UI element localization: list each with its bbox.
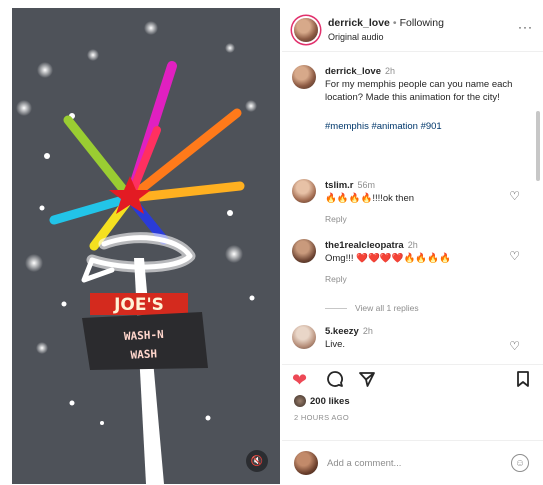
joes-sign: JOE'S WASH-N WASH — [82, 293, 208, 370]
comment-text: Omg!!! ❤️❤️❤️❤️🔥🔥🔥🔥 — [325, 253, 451, 264]
add-comment-input[interactable] — [327, 455, 497, 471]
instagram-post-view: JOE'S WASH-N WASH 🔇 derrick_love • Followi… — [0, 0, 543, 485]
more-horizontal-icon[interactable]: ··· — [518, 20, 533, 34]
sign-pole — [134, 258, 164, 484]
reply-button[interactable]: Reply — [325, 213, 505, 226]
comment-like-heart-icon[interactable]: ♡ — [509, 249, 520, 263]
author-avatar[interactable] — [294, 18, 318, 42]
reply-button[interactable]: Reply — [325, 273, 505, 286]
liker-avatar — [294, 395, 306, 407]
following-button[interactable]: Following — [400, 17, 444, 29]
add-comment-bar: ☺ — [282, 440, 543, 484]
audio-link[interactable]: Original audio — [328, 32, 384, 42]
caption-hashtags[interactable]: #memphis #animation #901 — [325, 120, 525, 133]
comment-bubble-icon[interactable] — [326, 370, 344, 391]
header-user-line: derrick_love • Following — [328, 17, 444, 29]
comment-text: 🔥🔥🔥🔥!!!!ok then — [325, 193, 415, 204]
sign-bottom-line-2: WASH — [130, 347, 157, 361]
caption-text: For my memphis people can you name each … — [325, 79, 513, 103]
comment-like-heart-icon[interactable]: ♡ — [509, 189, 520, 203]
likes-label: 200 likes — [310, 395, 350, 407]
emoji-icon[interactable]: ☺ — [511, 454, 529, 472]
heart-filled-icon[interactable]: ❤ — [292, 371, 307, 389]
comment-avatar[interactable] — [292, 179, 316, 203]
comments-scrollbar[interactable] — [536, 111, 540, 181]
comment-time: 2h — [407, 240, 418, 250]
comments-list[interactable]: derrick_love 2h For my memphis people can… — [282, 53, 543, 363]
caption-username[interactable]: derrick_love — [325, 66, 381, 77]
comment-body: tslim.r 56m 🔥🔥🔥🔥!!!!ok then Reply — [325, 179, 505, 226]
comment-time: 56m — [357, 180, 376, 190]
sign-top-text: JOE'S — [113, 295, 164, 315]
neon-starburst — [49, 61, 245, 251]
caption-time: 2h — [384, 66, 395, 76]
sign-bottom-line-1: WASH-N — [124, 328, 164, 343]
caption-body: derrick_love 2h For my memphis people can… — [325, 65, 525, 133]
speaker-muted-icon[interactable]: 🔇 — [246, 450, 268, 472]
comment-username[interactable]: the1realcleopatra — [325, 240, 404, 251]
action-bar: ❤ — [282, 364, 543, 392]
post-timestamp[interactable]: 2 HOURS AGO — [294, 413, 349, 422]
comment-body: 5.keezy 2h Live. — [325, 325, 505, 351]
replies-divider-line — [325, 307, 347, 309]
comment-username[interactable]: 5.keezy — [325, 326, 359, 337]
comment-avatar[interactable] — [292, 325, 316, 349]
likes-count[interactable]: 200 likes — [294, 395, 350, 407]
comment-text: Live. — [325, 339, 346, 350]
comment-avatar[interactable] — [292, 239, 316, 263]
view-replies-label: View all 1 replies — [355, 303, 419, 313]
paper-plane-icon[interactable] — [358, 370, 376, 391]
current-user-avatar — [294, 451, 318, 475]
comment-body: the1realcleopatra 2h Omg!!! ❤️❤️❤️❤️🔥🔥🔥🔥 … — [325, 239, 505, 286]
comment-username[interactable]: tslim.r — [325, 180, 354, 191]
post-header: derrick_love • Following Original audio ··… — [282, 8, 543, 52]
animation-frame: JOE'S WASH-N WASH — [16, 21, 257, 484]
separator-dot: • — [392, 17, 397, 29]
post-sidebar: derrick_love • Following Original audio ··… — [282, 8, 543, 484]
bookmark-icon[interactable] — [515, 370, 531, 391]
caption-avatar[interactable] — [292, 65, 316, 89]
comment-like-heart-icon[interactable]: ♡ — [509, 339, 520, 353]
comment-time: 2h — [362, 326, 373, 336]
author-username[interactable]: derrick_love — [328, 17, 390, 29]
post-media[interactable]: JOE'S WASH-N WASH 🔇 — [12, 8, 280, 484]
view-replies-button[interactable]: View all 1 replies — [325, 303, 419, 313]
